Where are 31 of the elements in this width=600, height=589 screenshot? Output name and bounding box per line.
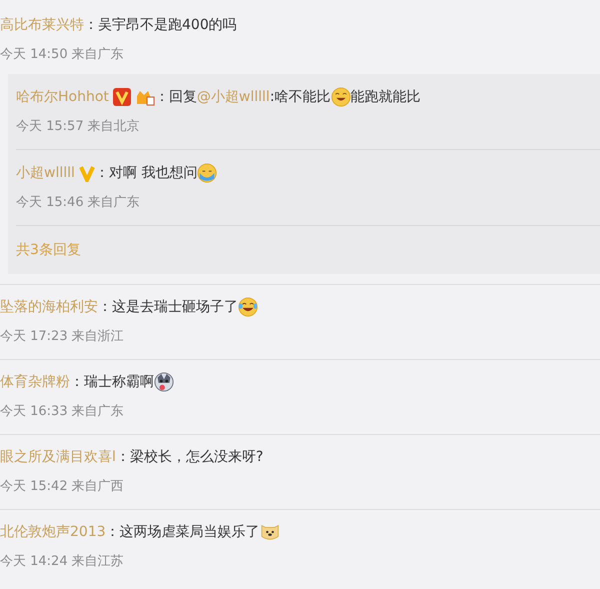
comment-text: ：这两场虐菜局当娱乐了: [106, 521, 280, 543]
comment-meta: 今天 14:50 来自广东: [0, 46, 125, 64]
mention-link[interactable]: @小超wlllll: [196, 86, 270, 108]
user-name[interactable]: 坠落的海柏利安: [0, 296, 98, 318]
verified-icon: [112, 88, 131, 106]
user-name[interactable]: 小超wlllll: [16, 162, 75, 184]
user-name[interactable]: 高比布莱兴特: [0, 14, 84, 36]
more-replies-link[interactable]: 共3条回复: [16, 226, 600, 274]
comment-meta: 今天 16:33 来自广东: [0, 403, 125, 421]
comment-text: ：对啊 我也想问: [94, 162, 218, 184]
emoji-icon: [330, 87, 351, 107]
user-name[interactable]: 眼之所及满目欢喜l: [0, 446, 116, 468]
emoji-icon: [260, 522, 280, 542]
comment-text: ：瑞士称霸啊: [70, 371, 174, 393]
comment-text: ：这是去瑞士砸场子了: [98, 296, 258, 318]
comment-meta: 今天 14:24 来自江苏: [0, 553, 125, 571]
emoji-icon: [238, 297, 258, 317]
verified-icon: [78, 164, 95, 182]
user-name[interactable]: 体育杂牌粉: [0, 371, 70, 393]
comment-meta: 今天 15:57 来自北京: [16, 118, 141, 136]
user-name[interactable]: 北伦敦炮声2013: [0, 521, 106, 543]
comment-meta: 今天 17:23 来自浙江: [0, 328, 125, 346]
user-name[interactable]: 哈布尔Hohhot: [16, 86, 109, 108]
comment-text: ：吴宇昂不是跑400的吗: [84, 16, 237, 35]
comment-text: ：回复@小超wlllll:啥不能比 能跑就能比: [154, 86, 421, 108]
emoji-icon: [197, 163, 218, 183]
emoji-icon: [154, 372, 174, 392]
comment-meta: 今天 15:42 来自广西: [0, 478, 125, 496]
comment-meta: 今天 15:46 来自广东: [16, 194, 141, 212]
comment-text: ：梁校长，怎么没来呀?: [116, 448, 264, 467]
crown-icon: [134, 88, 155, 106]
